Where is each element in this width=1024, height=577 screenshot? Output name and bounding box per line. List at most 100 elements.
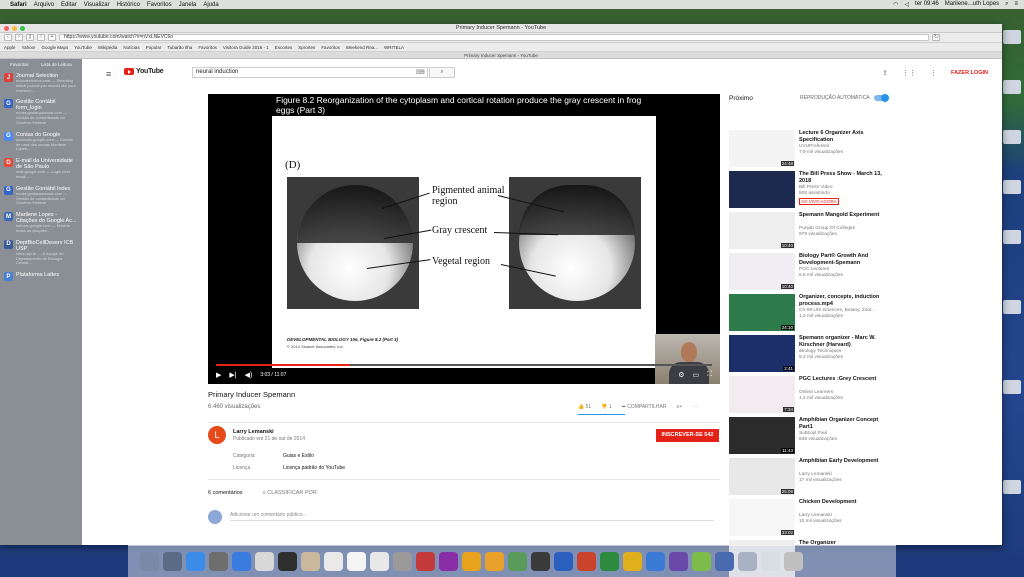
keyboard-icon[interactable]: ⌨ — [416, 69, 425, 76]
settings-icon[interactable]: ⋮ — [930, 69, 937, 77]
video-thumbnail[interactable]: 25:09 — [729, 458, 795, 495]
youtube-logo[interactable]: YouTube — [124, 68, 164, 75]
dock-app-icon[interactable] — [278, 552, 297, 571]
like-button[interactable]: 👍 51 — [578, 404, 591, 410]
video-thumbnail[interactable]: 10:40 — [729, 212, 795, 249]
bookmark-item[interactable]: Escortes — [275, 45, 293, 50]
sidebar-bookmark-item[interactable]: P Plataforma Lattes — [0, 269, 82, 284]
dock-app-icon[interactable] — [163, 552, 182, 571]
bookmark-item[interactable]: Google Maps — [41, 45, 68, 50]
more-icon[interactable]: ⋯ — [692, 404, 697, 410]
dock-app-icon[interactable] — [439, 552, 458, 571]
dock-app-icon[interactable] — [485, 552, 504, 571]
category-value[interactable]: Guias e Estilo — [283, 453, 314, 459]
recommended-title[interactable]: Spemann organizer - Marc W. Kirschner (H… — [799, 335, 889, 348]
recommended-title[interactable]: Amphibian Organizer Concept Part1 — [799, 417, 889, 430]
dock-app-icon[interactable] — [669, 552, 688, 571]
autoplay-switch[interactable] — [873, 94, 889, 102]
apps-icon[interactable]: ⋮⋮ — [902, 69, 916, 77]
video-thumbnail[interactable]: 24:10 — [729, 294, 795, 331]
settings-gear-icon[interactable]: ⚙ — [678, 371, 684, 379]
channel-name[interactable]: Larry Lemanski — [233, 429, 274, 435]
menu-janela[interactable]: Janela — [179, 2, 197, 8]
dock-app-icon[interactable] — [761, 552, 780, 571]
volume-icon[interactable]: ◀) — [245, 371, 253, 379]
bookmark-item[interactable]: Notícias — [123, 45, 139, 50]
recommended-video[interactable]: 24:48 Lecture 6 Organizer Axis Specificat… — [729, 130, 889, 167]
dock-app-icon[interactable] — [140, 552, 159, 571]
video-player[interactable]: Figure 8.2 Reorganization of the cytopla… — [208, 94, 720, 384]
video-thumbnail[interactable]: 7:34 — [729, 376, 795, 413]
bookmark-item[interactable]: Wikipédia — [98, 45, 118, 50]
bookmark-item[interactable]: Visitora Guide 2016 - 1 — [223, 45, 269, 50]
bookmark-item[interactable]: YouTube — [74, 45, 92, 50]
menu-editar[interactable]: Editar — [61, 2, 77, 8]
add-to-playlist-icon[interactable]: ≡+ — [676, 404, 682, 410]
progress-bar[interactable] — [216, 364, 712, 366]
theater-mode-icon[interactable]: ▭ — [692, 371, 699, 379]
sidebar-bookmark-item[interactable]: G Gestão Contábil Index ecoss.gestaopessoa… — [0, 183, 82, 209]
subscribe-button[interactable]: INSCREVER-SE 542 — [656, 429, 719, 442]
sort-comments-button[interactable]: ≡ CLASSIFICAR POR — [263, 490, 317, 496]
bookmark-item[interactable]: Weekend Rea... — [346, 45, 378, 50]
menu-safari[interactable]: Safari — [10, 2, 27, 8]
share-button[interactable]: ↑ — [37, 34, 45, 41]
dock-app-icon[interactable] — [209, 552, 228, 571]
dock-app-icon[interactable] — [186, 552, 205, 571]
desktop-folder-icon[interactable] — [1003, 230, 1021, 244]
bookmark-item[interactable]: Popular — [146, 45, 162, 50]
video-thumbnail[interactable]: 11:43 — [729, 417, 795, 454]
menubar-user[interactable]: Marilene...uth Lopes — [945, 1, 999, 8]
dock-app-icon[interactable] — [692, 552, 711, 571]
search-button[interactable]: ⌕ — [429, 67, 455, 78]
dock-app-icon[interactable] — [508, 552, 527, 571]
desktop-folder-icon[interactable] — [1003, 80, 1021, 94]
dock-app-icon[interactable] — [600, 552, 619, 571]
desktop-folder-icon[interactable] — [1003, 130, 1021, 144]
reload-icon[interactable]: ↻ — [932, 34, 940, 41]
minimize-window-button[interactable] — [12, 26, 17, 31]
video-thumbnail[interactable] — [729, 171, 795, 208]
recommended-video[interactable]: 24:10 Organizer, concepts, induction proc… — [729, 294, 889, 331]
recommended-video[interactable]: The Bill Press Show - March 13, 2018 Bill… — [729, 171, 889, 208]
bookmark-item[interactable]: Tubarão Ilha — [167, 45, 192, 50]
next-icon[interactable]: ▶| — [229, 371, 236, 379]
dock-app-icon[interactable] — [784, 552, 803, 571]
menu-arquivo[interactable]: Arquivo — [34, 2, 54, 8]
recommended-video[interactable]: 10:40 Spemann Mangold Experiment Punjab Gr… — [729, 212, 889, 249]
wifi-icon[interactable]: ◠ — [893, 1, 898, 8]
recommended-title[interactable]: Amphibian Early Development — [799, 458, 889, 465]
dock-app-icon[interactable] — [715, 552, 734, 571]
menubar-clock[interactable]: ter 09:46 — [915, 1, 939, 8]
tab-reading-list[interactable]: Lista de Leitura — [41, 62, 72, 67]
dock-app-icon[interactable] — [301, 552, 320, 571]
recommended-video[interactable]: 25:09 Amphibian Early Development Larry Le… — [729, 458, 889, 495]
volume-icon[interactable]: ◁ — [904, 1, 909, 8]
video-thumbnail[interactable]: 10:40 — [729, 253, 795, 290]
menu-historico[interactable]: Histórico — [117, 2, 140, 8]
fullscreen-icon[interactable]: ⛶ — [707, 371, 712, 379]
recommended-title[interactable]: Organizer, concepts, induction process.m… — [799, 294, 889, 307]
share-button[interactable]: ➦ COMPARTILHAR — [622, 404, 667, 410]
bookmark-item[interactable]: Yahoo! — [22, 45, 36, 50]
sidebar-bookmark-item[interactable]: G Contas do Google accounts.google.com — C… — [0, 129, 82, 155]
desktop-folder-icon[interactable] — [1003, 380, 1021, 394]
dock-app-icon[interactable] — [393, 552, 412, 571]
dock-app-icon[interactable] — [370, 552, 389, 571]
menu-ajuda[interactable]: Ajuda — [203, 2, 218, 8]
recommended-video[interactable]: 2:41 Spemann organizer - Marc W. Kirschne… — [729, 335, 889, 372]
recommended-title[interactable]: Spemann Mangold Experiment — [799, 212, 889, 219]
dock-app-icon[interactable] — [577, 552, 596, 571]
dock-app-icon[interactable] — [554, 552, 573, 571]
desktop-folder-icon[interactable] — [1003, 180, 1021, 194]
comment-input[interactable]: Adicionar um comentário público... — [230, 512, 714, 521]
dock-app-icon[interactable] — [462, 552, 481, 571]
zoom-window-button[interactable] — [20, 26, 25, 31]
back-button[interactable]: ‹ — [4, 34, 12, 41]
sidebar-bookmark-item[interactable]: M Marilene Lopes - Citações do Google Ac.… — [0, 209, 82, 237]
tab-active[interactable]: Primary Inducer Spemann - YouTube — [464, 53, 538, 58]
recommended-video[interactable]: 10:40 Biology Part® Growth And Developmen… — [729, 253, 889, 290]
sidebar-bookmark-item[interactable]: D DeptBioCellDeserv ICB USP sites.usp.br —… — [0, 237, 82, 269]
recommended-video[interactable]: 7:34 PGC Lectures :Grey Crescent Online Le… — [729, 376, 889, 413]
dock-app-icon[interactable] — [738, 552, 757, 571]
